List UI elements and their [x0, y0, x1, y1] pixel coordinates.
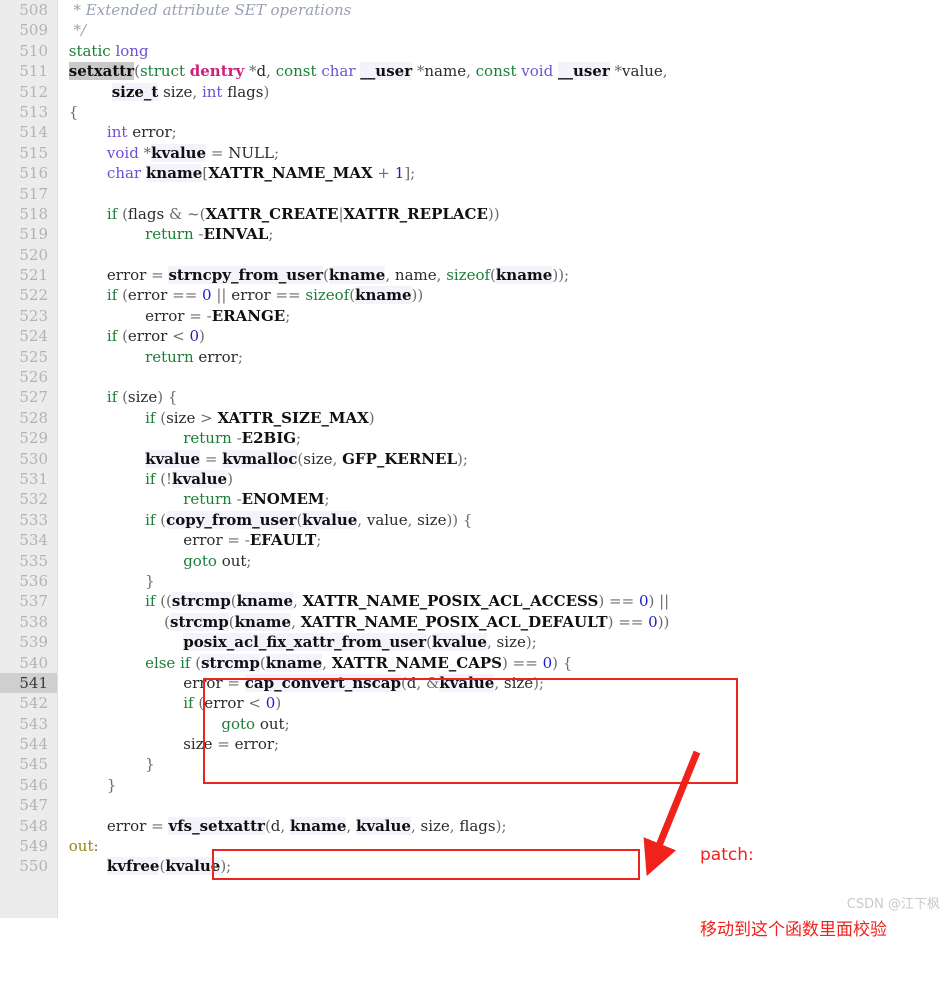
watermark: CSDN @江下枫 [846, 897, 940, 912]
code-line-519[interactable]: return -EINVAL; [58, 224, 950, 244]
code-line-512[interactable]: size_t size, int flags) [58, 82, 950, 102]
code-line-545[interactable]: } [58, 754, 950, 774]
code-line-521[interactable]: error = strncpy_from_user(kname, name, s… [58, 265, 950, 285]
line-number[interactable]: 514 [0, 122, 57, 142]
line-number[interactable]: 539 [0, 632, 57, 652]
line-number[interactable]: 511 [0, 61, 57, 81]
line-number[interactable]: 515 [0, 143, 57, 163]
line-number-gutter: 508 509 510 511 512 513 514 515 516 517 … [0, 0, 58, 918]
line-number[interactable]: 519 [0, 224, 57, 244]
code-viewer: 508 509 510 511 512 513 514 515 516 517 … [0, 0, 950, 940]
line-number[interactable]: 533 [0, 510, 57, 530]
code-line-537[interactable]: if ((strcmp(kname, XATTR_NAME_POSIX_ACL_… [58, 591, 950, 611]
code-line-532[interactable]: return -ENOMEM; [58, 489, 950, 509]
code-line-509[interactable]: */ [58, 20, 950, 40]
line-number[interactable]: 542 [0, 693, 57, 713]
line-number[interactable]: 513 [0, 102, 57, 122]
line-number[interactable]: 535 [0, 551, 57, 571]
code-line-525[interactable]: return error; [58, 347, 950, 367]
line-number[interactable]: 525 [0, 347, 57, 367]
code-line-523[interactable]: error = -ERANGE; [58, 306, 950, 326]
line-number[interactable]: 509 [0, 20, 57, 40]
code-line-520[interactable] [58, 245, 950, 265]
code-line-514[interactable]: int error; [58, 122, 950, 142]
line-number[interactable]: 537 [0, 591, 57, 611]
line-number[interactable]: 543 [0, 714, 57, 734]
line-number[interactable]: 534 [0, 530, 57, 550]
line-number[interactable]: 550 [0, 856, 57, 876]
line-number[interactable]: 526 [0, 367, 57, 387]
line-number[interactable]: 521 [0, 265, 57, 285]
line-number[interactable]: 516 [0, 163, 57, 183]
annotation-note-line2: 移动到这个函数里面校验 [700, 920, 887, 940]
code-line-533[interactable]: if (copy_from_user(kvalue, value, size))… [58, 510, 950, 530]
code-line-544[interactable]: size = error; [58, 734, 950, 754]
line-number[interactable]: 517 [0, 184, 57, 204]
code-line-536[interactable]: } [58, 571, 950, 591]
code-line-529[interactable]: return -E2BIG; [58, 428, 950, 448]
code-line-511[interactable]: setxattr(struct dentry *d, const char __… [58, 61, 950, 81]
code-line-517[interactable] [58, 184, 950, 204]
line-number[interactable]: 518 [0, 204, 57, 224]
code-line-530[interactable]: kvalue = kvmalloc(size, GFP_KERNEL); [58, 449, 950, 469]
code-line-535[interactable]: goto out; [58, 551, 950, 571]
line-number[interactable]: 548 [0, 816, 57, 836]
line-number-current[interactable]: 541 [0, 672, 57, 694]
line-number[interactable]: 549 [0, 836, 57, 856]
line-number[interactable]: 520 [0, 245, 57, 265]
line-number[interactable]: 546 [0, 775, 57, 795]
line-number[interactable]: 524 [0, 326, 57, 346]
code-line-531[interactable]: if (!kvalue) [58, 469, 950, 489]
line-number[interactable]: 522 [0, 285, 57, 305]
line-number[interactable]: 544 [0, 734, 57, 754]
code-line-541[interactable]: error = cap_convert_nscap(d, &kvalue, si… [58, 673, 950, 693]
line-number[interactable]: 523 [0, 306, 57, 326]
line-number[interactable]: 536 [0, 571, 57, 591]
code-line-518[interactable]: if (flags & ~(XATTR_CREATE|XATTR_REPLACE… [58, 204, 950, 224]
code-line-526[interactable] [58, 367, 950, 387]
line-number[interactable]: 527 [0, 387, 57, 407]
code-line-508[interactable]: * Extended attribute SET operations [58, 0, 950, 20]
code-line-539[interactable]: posix_acl_fix_xattr_from_user(kvalue, si… [58, 632, 950, 652]
code-line-538[interactable]: (strcmp(kname, XATTR_NAME_POSIX_ACL_DEFA… [58, 612, 950, 632]
line-number[interactable]: 538 [0, 612, 57, 632]
line-number[interactable]: 547 [0, 795, 57, 815]
code-line-540[interactable]: else if (strcmp(kname, XATTR_NAME_CAPS) … [58, 653, 950, 673]
line-number[interactable]: 545 [0, 754, 57, 774]
line-number[interactable]: 510 [0, 41, 57, 61]
code-line-543[interactable]: goto out; [58, 714, 950, 734]
code-line-522[interactable]: if (error == 0 || error == sizeof(kname)… [58, 285, 950, 305]
code-line-524[interactable]: if (error < 0) [58, 326, 950, 346]
code-line-534[interactable]: error = -EFAULT; [58, 530, 950, 550]
line-number[interactable]: 528 [0, 408, 57, 428]
code-line-516[interactable]: char kname[XATTR_NAME_MAX + 1]; [58, 163, 950, 183]
code-line-542[interactable]: if (error < 0) [58, 693, 950, 713]
code-line-527[interactable]: if (size) { [58, 387, 950, 407]
code-line-515[interactable]: void *kvalue = NULL; [58, 143, 950, 163]
code-line-513[interactable]: { [58, 102, 950, 122]
line-number[interactable]: 532 [0, 489, 57, 509]
line-number[interactable]: 540 [0, 653, 57, 673]
line-number[interactable]: 529 [0, 428, 57, 448]
annotation-note-line1: patch: [700, 845, 754, 865]
line-number[interactable]: 508 [0, 0, 57, 20]
line-number[interactable]: 531 [0, 469, 57, 489]
line-number[interactable]: 512 [0, 82, 57, 102]
code-line-528[interactable]: if (size > XATTR_SIZE_MAX) [58, 408, 950, 428]
source-code[interactable]: * Extended attribute SET operations */ s… [58, 0, 950, 918]
line-number[interactable]: 530 [0, 449, 57, 469]
code-line-510[interactable]: static long [58, 41, 950, 61]
